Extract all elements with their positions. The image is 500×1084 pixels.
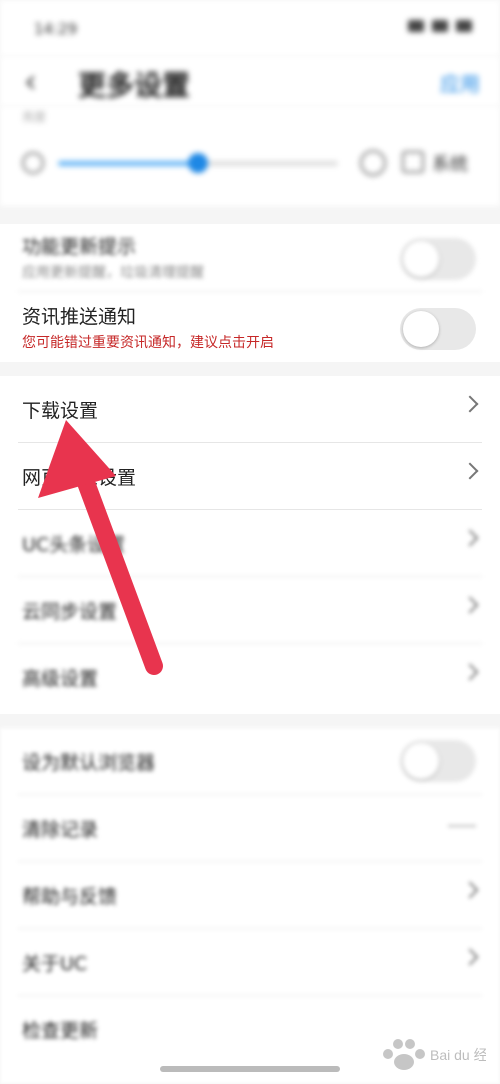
status-time: 14:29 xyxy=(34,20,78,38)
wifi-icon xyxy=(432,20,448,32)
title-bar: ‹ 更多设置 应用 xyxy=(0,56,500,106)
toggle-knob xyxy=(403,743,439,779)
menu-item-label: 关于UC xyxy=(22,953,88,975)
menu-item-download-settings[interactable]: 下载设置 xyxy=(0,376,500,443)
brightness-caption: 亮度 xyxy=(22,110,47,124)
menu-item-label: 清除记录 xyxy=(22,819,99,841)
menu-item-clear-records[interactable]: 清除记录 xyxy=(0,795,500,862)
menu-item-label: 下载设置 xyxy=(22,400,99,422)
signal-icon xyxy=(408,20,424,32)
watermark-text: Bai du 经验 xyxy=(430,1047,486,1063)
brightness-slider[interactable] xyxy=(58,153,338,173)
brightness-slider-knob[interactable] xyxy=(188,153,208,173)
chevron-right-icon xyxy=(461,948,479,966)
home-indicator[interactable] xyxy=(160,1066,340,1072)
chevron-right-icon xyxy=(461,881,479,899)
dash-icon xyxy=(448,825,476,827)
chevron-right-icon xyxy=(461,462,479,480)
chevron-right-icon xyxy=(461,529,479,547)
default-browser-toggle[interactable] xyxy=(400,740,476,782)
notify-row-title: 功能更新提示 xyxy=(22,236,137,258)
menu-item-advanced-settings[interactable]: 高级设置 xyxy=(0,644,500,711)
menu-item-label: 网页浏览设置 xyxy=(22,467,137,489)
status-bar: 14:29 xyxy=(0,0,500,56)
menu-item-uc-headline-settings[interactable]: UC头条设置 xyxy=(0,510,500,577)
menu-item-cloud-sync-settings[interactable]: 云同步设置 xyxy=(0,577,500,644)
notify-row-subtitle: 应用更新提醒，垃圾清理提醒 xyxy=(22,265,204,281)
battery-icon xyxy=(456,20,472,32)
menu-item-about-uc[interactable]: 关于UC xyxy=(0,929,500,996)
brightness-low-icon xyxy=(22,152,44,174)
menu-item-label: 高级设置 xyxy=(22,668,99,690)
chevron-right-icon xyxy=(461,596,479,614)
auto-brightness-label: 系统 xyxy=(432,154,468,175)
page-title: 更多设置 xyxy=(78,69,191,102)
chevron-right-icon xyxy=(461,395,479,413)
header-action-button[interactable]: 应用 xyxy=(440,68,480,97)
baidu-watermark-logo: Bai du 经验 xyxy=(383,1039,486,1070)
auto-brightness-checkbox[interactable] xyxy=(402,151,424,173)
menu-item-label: 帮助与反馈 xyxy=(22,886,118,908)
brightness-slider-fill xyxy=(58,161,198,166)
status-icons xyxy=(408,20,472,32)
update-reminder-toggle[interactable] xyxy=(400,238,476,280)
notify-row-warning: 您可能错过重要资讯通知，建议点击开启 xyxy=(22,335,274,351)
chevron-right-icon xyxy=(461,663,479,681)
notify-row-news-push[interactable]: 资讯推送通知 您可能错过重要资讯通知，建议点击开启 xyxy=(0,294,500,362)
notification-section: 功能更新提示 应用更新提醒，垃圾清理提醒 资讯推送通知 您可能错过重要资讯通知，… xyxy=(0,224,500,362)
menu-item-web-browsing-settings[interactable]: 网页浏览设置 xyxy=(0,443,500,510)
notify-row-update[interactable]: 功能更新提示 应用更新提醒，垃圾清理提醒 xyxy=(0,224,500,292)
back-chevron-icon[interactable]: ‹ xyxy=(24,62,37,100)
menu-item-label: 设为默认浏览器 xyxy=(22,752,156,774)
toggle-knob xyxy=(403,311,439,347)
menu-item-help-feedback[interactable]: 帮助与反馈 xyxy=(0,862,500,929)
settings-menu: 下载设置 网页浏览设置 UC头条设置 云同步设置 高级设置 xyxy=(0,376,500,714)
news-push-toggle[interactable] xyxy=(400,308,476,350)
brightness-high-icon xyxy=(360,150,386,176)
menu-item-label: UC头条设置 xyxy=(22,534,126,556)
toggle-knob xyxy=(403,241,439,277)
divider xyxy=(18,291,482,292)
menu-item-label: 检查更新 xyxy=(22,1020,99,1042)
brightness-card: 亮度 系统 xyxy=(0,106,500,206)
menu-item-label: 云同步设置 xyxy=(22,601,118,623)
notify-row-title: 资讯推送通知 xyxy=(22,306,137,328)
menu-item-default-browser[interactable]: 设为默认浏览器 xyxy=(0,728,500,795)
